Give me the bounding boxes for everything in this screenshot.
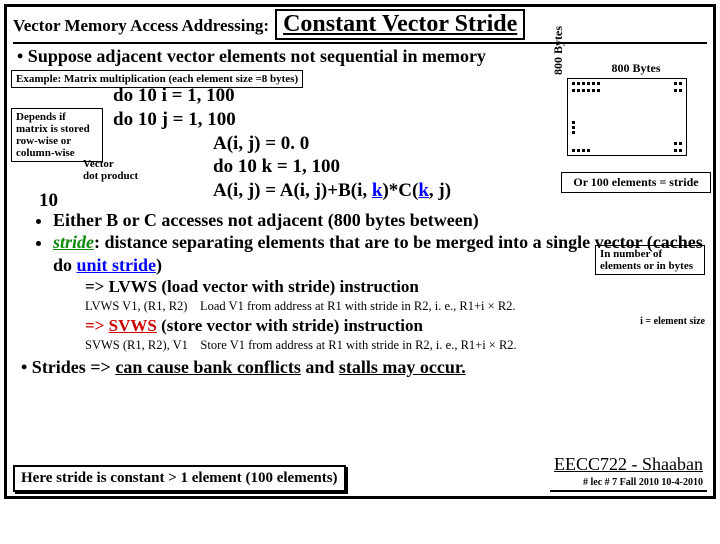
matrix-left-label: 800 Bytes xyxy=(551,26,566,75)
code-l5: A(i, j) = A(i, j)+B(i, k)*C(k, j) xyxy=(213,179,707,203)
svws-pre: => xyxy=(85,316,109,335)
code-l5-post: , j) xyxy=(429,180,451,201)
depends-box: Depends if matrix is stored row-wise or … xyxy=(11,108,103,162)
bullet-either: Either B or C accesses not adjacent (800… xyxy=(53,209,707,232)
course-block: EECC722 - Shaaban # lec # 7 Fall 2010 10… xyxy=(550,452,707,492)
svws-sig: SVWS (R1, R2), V1 xyxy=(85,338,188,352)
course-name: EECC722 - Shaaban xyxy=(554,454,703,475)
footer-box: Here stride is constant > 1 element (100… xyxy=(13,465,346,492)
svws-line: SVWS (R1, R2), V1 Store V1 from address … xyxy=(85,337,707,353)
stride-end: ) xyxy=(156,255,162,275)
course-sub: # lec # 7 Fall 2010 10-4-2010 xyxy=(554,477,703,488)
lvws-line: LVWS V1, (R1, R2) Load V1 from address a… xyxy=(85,298,707,314)
stride-word: stride xyxy=(53,232,94,252)
header-left: Vector Memory Access Addressing: xyxy=(13,16,269,36)
header: Vector Memory Access Addressing: Constan… xyxy=(13,9,707,44)
code-l3: A(i, j) = 0. 0 xyxy=(213,132,707,156)
slide-frame: Vector Memory Access Addressing: Constan… xyxy=(4,4,716,499)
in-number-box: In number of elements or in bytes xyxy=(595,245,705,275)
code-l5-k2: k xyxy=(418,180,429,201)
header-right: Constant Vector Stride xyxy=(275,9,525,40)
svws-arrow: => SVWS (store vector with stride) instr… xyxy=(85,315,707,337)
code-l5-k1: k xyxy=(372,180,383,201)
svws-word: SVWS xyxy=(109,316,157,335)
label-10: 10 xyxy=(39,190,58,212)
lvws-desc: Load V1 from address at R1 with stride i… xyxy=(200,299,516,313)
code-l5-mid: )*C( xyxy=(382,180,418,201)
lvws-arrow: => LVWS (load vector with stride) instru… xyxy=(85,276,707,298)
lvws-sig: LVWS V1, (R1, R2) xyxy=(85,299,187,313)
i-elem-size: i = element size xyxy=(640,315,705,328)
matrix-top-label: 800 Bytes xyxy=(567,61,705,76)
bullet-strides: • Strides => can cause bank conflicts an… xyxy=(33,357,707,378)
code-l4: do 10 k = 1, 100 xyxy=(213,155,707,179)
vector-dot-label: Vector dot product xyxy=(83,158,138,182)
svws-post: (store vector with stride) instruction xyxy=(157,316,423,335)
svws-desc: Store V1 from address at R1 with stride … xyxy=(200,338,516,352)
code-l5-pre: A(i, j) = A(i, j)+B(i, xyxy=(213,180,372,201)
code-l1: do 10 i = 1, 100 xyxy=(113,84,707,108)
code-l2: do 10 j = 1, 100 xyxy=(113,108,707,132)
unit-stride: unit stride xyxy=(77,255,157,275)
code-block: do 10 i = 1, 100 do 10 j = 1, 100 A(i, j… xyxy=(13,84,707,203)
